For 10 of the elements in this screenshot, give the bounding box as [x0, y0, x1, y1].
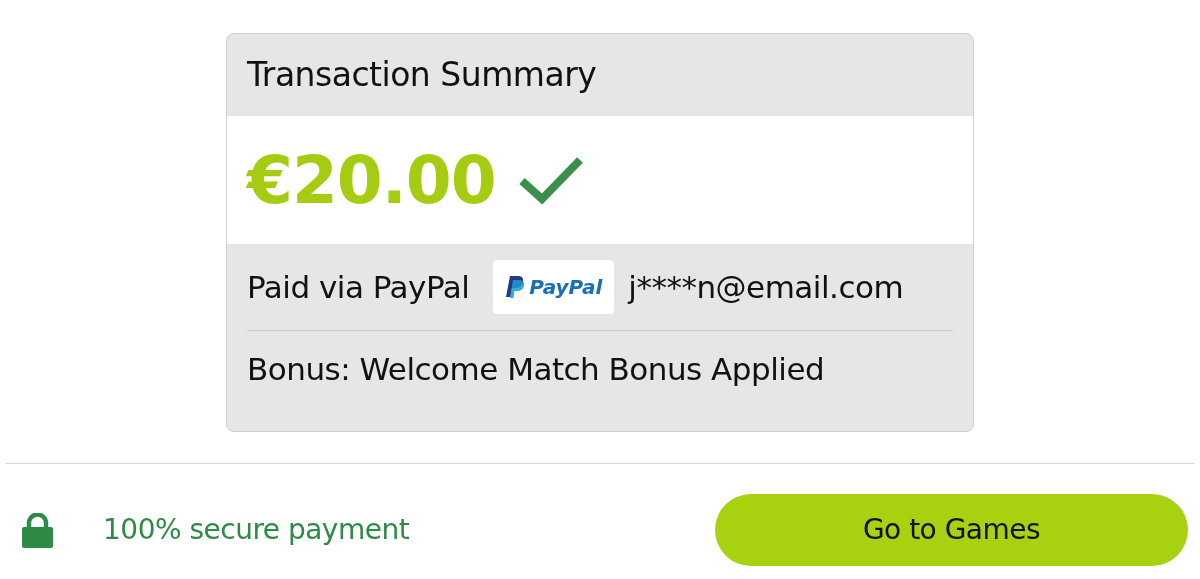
secure-payment-text: 100% secure payment	[103, 512, 410, 548]
account-email: j****n@email.com	[628, 267, 904, 307]
go-to-games-button[interactable]: Go to Games	[715, 494, 1188, 566]
card-title: Transaction Summary	[247, 54, 597, 97]
paypal-logo: PayPal	[493, 260, 615, 314]
payment-method-text: Paid via PayPal	[247, 267, 470, 307]
lock-icon	[22, 512, 53, 548]
bonus-text: Bonus: Welcome Match Bonus Applied	[247, 349, 825, 389]
paypal-p-icon	[505, 275, 526, 299]
amount: €20.00	[247, 140, 496, 221]
